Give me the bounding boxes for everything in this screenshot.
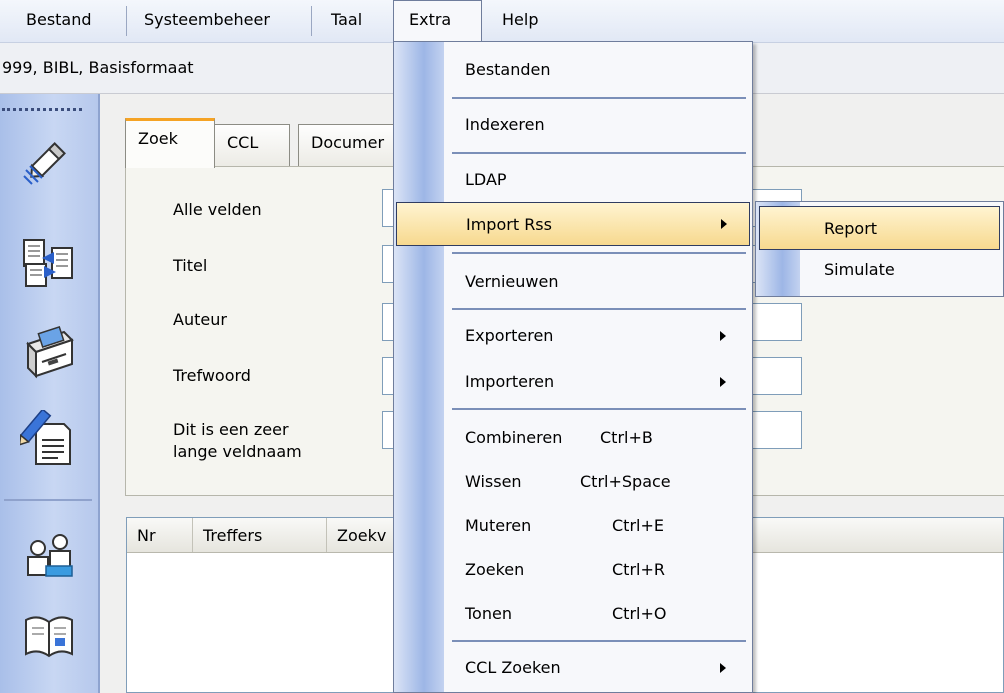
menu-separator	[452, 97, 746, 99]
menu-item-wissen[interactable]: Wissen Ctrl+Space	[394, 460, 752, 504]
menu-separator	[452, 152, 746, 154]
menu-separator	[452, 640, 746, 642]
field-label-alle-velden: Alle velden	[173, 200, 262, 219]
left-toolbar	[0, 94, 100, 693]
records-exchange-icon[interactable]	[20, 234, 78, 292]
edit-document-icon[interactable]	[18, 408, 78, 468]
menu-bestand[interactable]: Bestand	[26, 0, 92, 42]
menu-item-indexeren[interactable]: Indexeren	[394, 103, 752, 147]
submenu-arrow-icon	[720, 663, 726, 673]
submenu-arrow-icon	[720, 331, 726, 341]
submenu-arrow-icon	[721, 219, 727, 229]
toolbar-grip[interactable]	[2, 108, 82, 111]
column-header-treffers[interactable]: Treffers	[193, 518, 327, 552]
field-label-titel: Titel	[173, 256, 208, 275]
menu-item-combineren[interactable]: Combineren Ctrl+B	[394, 416, 752, 460]
menu-extra[interactable]: Extra	[393, 0, 482, 42]
field-label-trefwoord: Trefwoord	[173, 366, 251, 385]
menu-bar: Bestand Systeembeheer Taal Extra Help	[0, 0, 1004, 43]
tab-ccl[interactable]: CCL	[214, 124, 290, 166]
menu-item-muteren[interactable]: Muteren Ctrl+E	[394, 504, 752, 548]
menu-help[interactable]: Help	[502, 0, 538, 42]
menu-item-exporteren[interactable]: Exporteren	[394, 314, 752, 358]
submenu-arrow-icon	[720, 377, 726, 387]
menu-separator	[452, 308, 746, 310]
menu-systeembeheer[interactable]: Systeembeheer	[144, 0, 270, 42]
menu-separator	[452, 252, 746, 254]
extra-menu: Bestanden Indexeren LDAP Import Rss Vern…	[393, 41, 753, 693]
submenu-item-report[interactable]: Report	[759, 206, 1000, 250]
users-icon[interactable]	[20, 526, 78, 584]
card-drawer-icon[interactable]	[20, 322, 78, 380]
menu-item-ccl-zoeken[interactable]: CCL Zoeken	[394, 646, 752, 690]
menu-item-vernieuwen[interactable]: Vernieuwen	[394, 260, 752, 304]
import-rss-submenu: Report Simulate	[755, 201, 1004, 297]
submenu-item-simulate[interactable]: Simulate	[756, 248, 1003, 292]
column-header-nr[interactable]: Nr	[127, 518, 193, 552]
tab-zoek[interactable]: Zoek	[125, 118, 215, 168]
toolbar-separator	[4, 499, 92, 501]
menu-item-importeren[interactable]: Importeren	[394, 360, 752, 404]
menu-item-zoeken[interactable]: Zoeken Ctrl+R	[394, 548, 752, 592]
menu-separator	[126, 6, 127, 36]
database-info-text: 999, BIBL, Basisformaat	[2, 58, 194, 77]
menu-separator	[452, 408, 746, 410]
menu-taal[interactable]: Taal	[331, 0, 362, 42]
menu-item-tonen[interactable]: Tonen Ctrl+O	[394, 592, 752, 636]
field-label-auteur: Auteur	[173, 310, 227, 329]
menu-separator	[311, 6, 312, 36]
menu-item-ldap[interactable]: LDAP	[394, 158, 752, 202]
pencil-icon[interactable]	[20, 130, 78, 188]
menu-item-import-rss[interactable]: Import Rss	[396, 202, 750, 246]
menu-item-bestanden[interactable]: Bestanden	[394, 48, 752, 92]
open-book-icon[interactable]	[20, 604, 78, 662]
field-label-lange-veldnaam: Dit is een zeer lange veldnaam	[173, 420, 302, 461]
